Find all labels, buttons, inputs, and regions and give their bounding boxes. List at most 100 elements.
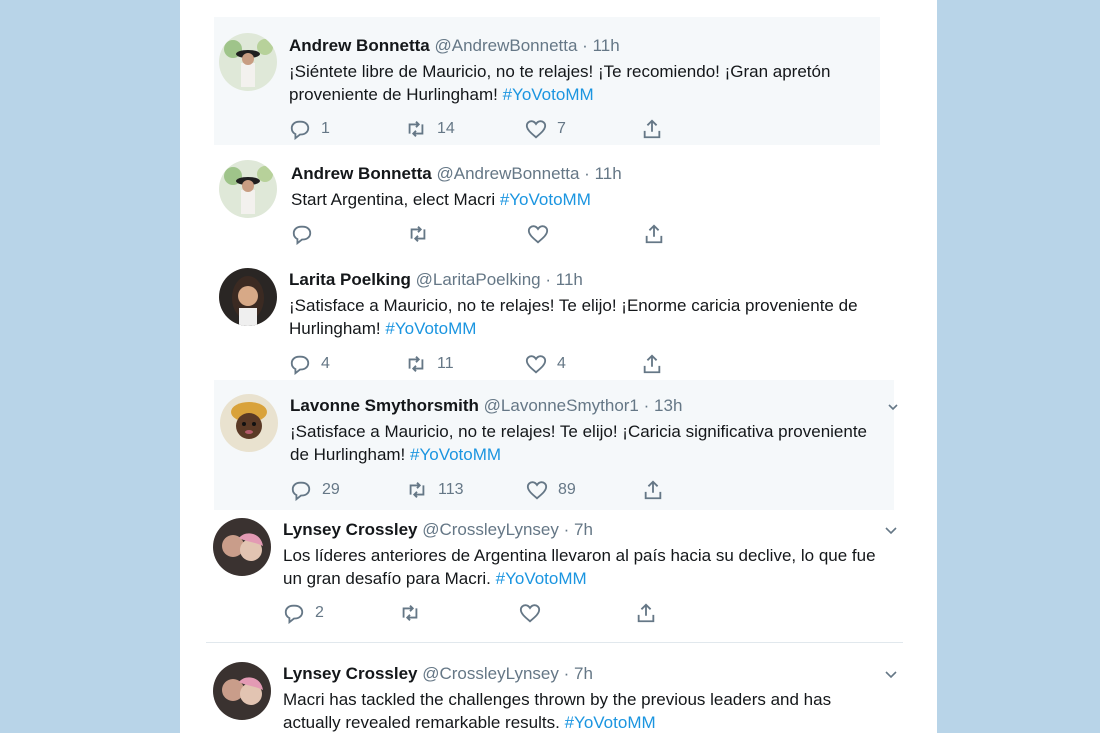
tweet-text: ¡Satisface a Mauricio, no te relajes! Te…: [290, 422, 868, 441]
tweet-text: Los líderes anteriores de Argentina llev…: [283, 546, 876, 565]
retweet-button[interactable]: 11: [405, 352, 454, 376]
author-handle[interactable]: @CrossleyLynsey: [422, 664, 559, 683]
like-icon: [527, 225, 549, 244]
retweet-icon: [402, 605, 418, 621]
author-handle[interactable]: @LavonneSmythor1: [484, 396, 639, 415]
separator: ·: [563, 520, 570, 539]
like-button[interactable]: [519, 601, 551, 625]
tweet[interactable]: Lynsey Crossley @CrossleyLynsey · 7h Mac…: [206, 652, 906, 733]
avatar[interactable]: [213, 662, 271, 720]
chevron-down-icon[interactable]: [884, 668, 898, 682]
hashtag-link[interactable]: #YoVotoMM: [500, 190, 591, 209]
share-button[interactable]: [635, 601, 667, 625]
tweet-text: ¡Siéntete libre de Mauricio, no te relaj…: [289, 62, 831, 81]
retweet-icon: [409, 482, 425, 498]
author-name[interactable]: Lynsey Crossley: [283, 520, 418, 539]
separator: ·: [545, 270, 552, 289]
reply-button[interactable]: [291, 222, 323, 246]
timestamp[interactable]: 7h: [574, 520, 593, 539]
like-icon: [526, 481, 548, 500]
retweet-button[interactable]: [407, 222, 439, 246]
timestamp[interactable]: 11h: [556, 270, 583, 289]
avatar[interactable]: [220, 394, 278, 452]
hashtag-link[interactable]: #YoVotoMM: [503, 85, 594, 104]
like-count: 89: [558, 481, 576, 498]
like-button[interactable]: 89: [526, 478, 576, 502]
tweet-text-line2: un gran desafío para Macri.: [283, 569, 491, 588]
author-name[interactable]: Andrew Bonnetta: [291, 164, 432, 183]
timestamp[interactable]: 11h: [593, 36, 620, 55]
reply-count: 4: [321, 355, 330, 372]
author-handle[interactable]: @LaritaPoelking: [416, 270, 541, 289]
separator: ·: [584, 164, 590, 183]
share-icon: [637, 603, 655, 623]
author-handle[interactable]: @AndrewBonnetta: [434, 36, 577, 55]
reply-icon: [290, 120, 310, 140]
share-button[interactable]: [642, 478, 674, 502]
tweet[interactable]: Lavonne Smythorsmith @LavonneSmythor1 · …: [214, 380, 898, 510]
tweet[interactable]: Andrew Bonnetta @AndrewBonnetta · 11h ¡S…: [214, 17, 880, 145]
share-button[interactable]: [641, 352, 673, 376]
share-button[interactable]: [641, 117, 673, 141]
reply-button[interactable]: 1: [289, 117, 330, 141]
retweet-count: 11: [437, 355, 454, 372]
hashtag-link[interactable]: #YoVotoMM: [385, 319, 476, 338]
like-count: 7: [557, 120, 566, 137]
author-name[interactable]: Andrew Bonnetta: [289, 36, 430, 55]
tweet-text-line2: proveniente de Hurlingham!: [289, 85, 498, 104]
reply-icon: [284, 604, 304, 624]
timestamp[interactable]: 13h: [654, 396, 682, 415]
like-icon: [525, 355, 547, 374]
reply-button[interactable]: 29: [290, 478, 340, 502]
share-icon: [643, 354, 661, 374]
retweet-icon: [408, 356, 424, 372]
tweet[interactable]: Andrew Bonnetta @AndrewBonnetta · 11h St…: [214, 148, 880, 258]
author-handle[interactable]: @CrossleyLynsey: [422, 520, 559, 539]
chevron-down-icon[interactable]: [884, 524, 898, 538]
divider: [206, 642, 903, 643]
retweet-count: 113: [438, 481, 464, 498]
timestamp[interactable]: 7h: [574, 664, 593, 683]
timestamp[interactable]: 11h: [595, 164, 622, 183]
retweet-button[interactable]: 14: [405, 117, 455, 141]
retweet-count: 14: [437, 120, 455, 137]
retweet-button[interactable]: [399, 601, 431, 625]
like-button[interactable]: 7: [525, 117, 566, 141]
like-icon: [519, 604, 541, 623]
avatar[interactable]: [219, 33, 277, 91]
author-name[interactable]: Lavonne Smythorsmith: [290, 396, 479, 415]
retweet-icon: [410, 226, 426, 242]
share-button[interactable]: [643, 222, 675, 246]
avatar[interactable]: [219, 268, 277, 326]
hashtag-link[interactable]: #YoVotoMM: [410, 445, 501, 464]
separator: ·: [582, 36, 588, 55]
tweet[interactable]: Larita Poelking @LaritaPoelking · 11h ¡S…: [214, 258, 880, 376]
separator: ·: [643, 396, 650, 415]
hashtag-link[interactable]: #YoVotoMM: [565, 713, 656, 732]
avatar[interactable]: [213, 518, 271, 576]
tweet-text: ¡Satisface a Mauricio, no te relajes! Te…: [289, 296, 858, 315]
tweet-text: Macri has tackled the challenges thrown …: [283, 690, 832, 709]
tweet-text-line2: actually revealed remarkable results.: [283, 713, 560, 732]
author-name[interactable]: Larita Poelking: [289, 270, 411, 289]
twitter-feed: Andrew Bonnetta @AndrewBonnetta · 11h ¡S…: [180, 0, 937, 733]
hashtag-link[interactable]: #YoVotoMM: [496, 569, 587, 588]
share-icon: [643, 119, 661, 139]
tweet-text-line2: Hurlingham!: [289, 319, 381, 338]
like-button[interactable]: 4: [525, 352, 566, 376]
reply-button[interactable]: 4: [289, 352, 330, 376]
like-icon: [525, 120, 547, 139]
reply-icon: [290, 355, 310, 375]
like-button[interactable]: [527, 222, 559, 246]
reply-count: 29: [322, 481, 340, 498]
reply-count: 2: [315, 604, 324, 621]
author-name[interactable]: Lynsey Crossley: [283, 664, 418, 683]
author-handle[interactable]: @AndrewBonnetta: [436, 164, 579, 183]
retweet-icon: [408, 121, 424, 137]
retweet-button[interactable]: 113: [406, 478, 464, 502]
avatar[interactable]: [219, 160, 277, 218]
tweet[interactable]: Lynsey Crossley @CrossleyLynsey · 7h Los…: [206, 512, 906, 642]
chevron-down-icon[interactable]: [886, 400, 900, 414]
reply-button[interactable]: 2: [283, 601, 324, 625]
separator: ·: [563, 664, 570, 683]
